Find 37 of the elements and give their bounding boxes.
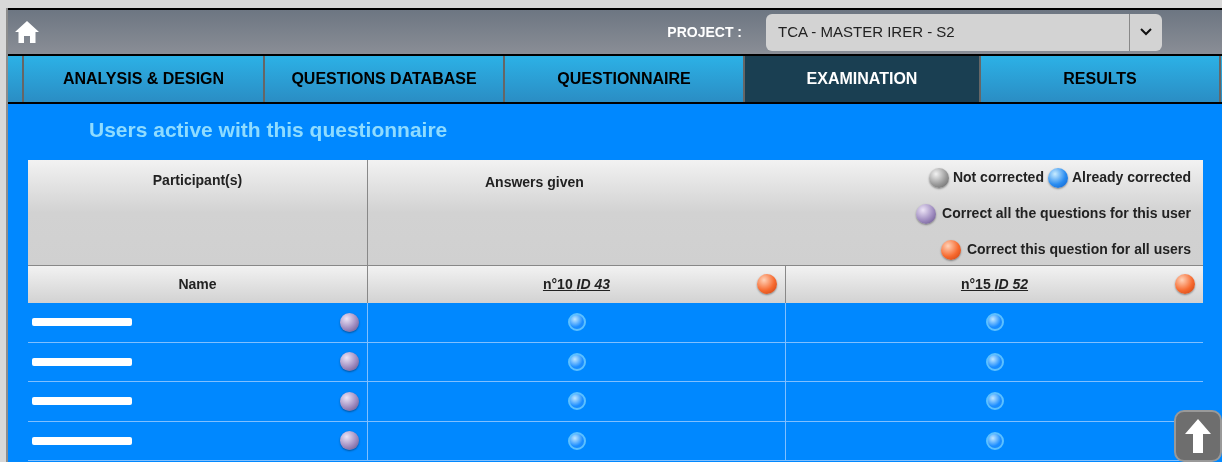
- nav-tab[interactable]: EXAMINATION: [743, 56, 979, 102]
- corrected-orb-icon[interactable]: [567, 431, 586, 450]
- legend-label: Not corrected: [952, 168, 1044, 187]
- column-heading: Participant(s): [152, 171, 243, 190]
- correct-user-orb-icon: [916, 203, 937, 224]
- column-heading: Answers given: [485, 174, 584, 190]
- corrected-orb-icon[interactable]: [985, 313, 1004, 332]
- correct-user-orb-icon[interactable]: [340, 431, 359, 451]
- correct-user-orb-icon[interactable]: [340, 312, 359, 332]
- scroll-to-top-button[interactable]: [1174, 410, 1222, 462]
- legend-label: Already corrected: [1071, 168, 1191, 187]
- home-icon[interactable]: [14, 20, 40, 44]
- up-arrow-icon: [1184, 418, 1212, 454]
- project-label: PROJECT :: [667, 22, 742, 42]
- question-link[interactable]: n°15 ID 52: [960, 274, 1029, 295]
- corrected-orb-icon[interactable]: [985, 431, 1004, 450]
- legend-label: Correct this question for all users: [966, 240, 1191, 259]
- corrected-orb-icon[interactable]: [567, 313, 586, 332]
- correct-question-orb-icon[interactable]: [1175, 274, 1195, 294]
- not-corrected-orb-icon: [928, 167, 949, 188]
- correct-user-orb-icon[interactable]: [340, 352, 359, 372]
- question-link[interactable]: n°10 ID 43: [542, 274, 611, 295]
- nav-tab[interactable]: RESULTS: [979, 56, 1219, 102]
- correct-user-orb-icon[interactable]: [340, 391, 359, 411]
- correct-question-orb-icon: [940, 239, 961, 260]
- nav-tab[interactable]: QUESTIONS DATABASE: [263, 56, 503, 102]
- nav-tab[interactable]: ANALYSIS & DESIGN: [22, 56, 263, 102]
- corrected-orb-icon[interactable]: [567, 392, 586, 411]
- legend-label: Correct all the questions for this user: [942, 204, 1191, 223]
- corrected-orb-icon[interactable]: [985, 352, 1004, 371]
- column-heading: Name: [178, 275, 217, 294]
- corrected-orb-icon[interactable]: [567, 352, 586, 371]
- correct-question-orb-icon[interactable]: [757, 274, 777, 294]
- corrected-orb-icon[interactable]: [985, 392, 1004, 411]
- section-title: Users active with this questionnaire: [89, 118, 448, 141]
- corrected-orb-icon: [1047, 167, 1068, 188]
- project-dropdown[interactable]: TCA - MASTER IRER - S2: [766, 13, 1162, 51]
